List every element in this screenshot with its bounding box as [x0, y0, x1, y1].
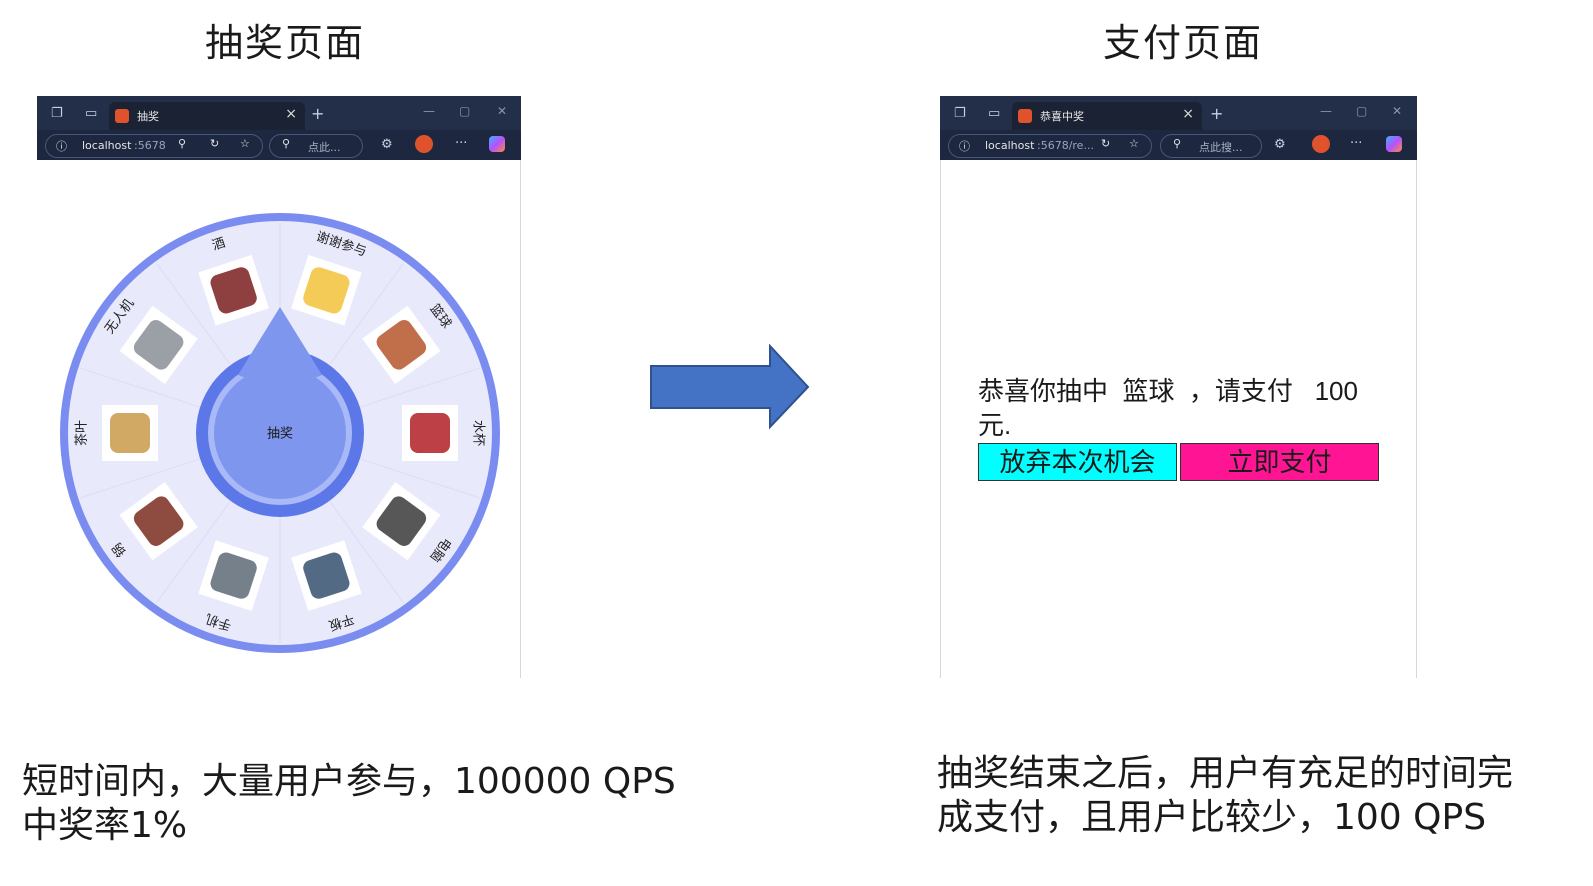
address-host: localhost — [985, 139, 1035, 152]
address-field[interactable]: ⓘ localhost :5678/re... ↻ ☆ — [948, 134, 1152, 158]
payment-caption-line2: 成支付，且用户比较少，100 QPS — [937, 797, 1487, 838]
address-port: :5678 — [134, 139, 166, 152]
lottery-wheel[interactable]: 酒谢谢参与篮球水杯电脑平板手机锅茶叶无人机抽奖 — [57, 210, 503, 656]
tab-actions-icon[interactable]: ▭ — [85, 106, 97, 121]
site-info-icon[interactable]: ⓘ — [56, 138, 67, 154]
payment-message-line2: 元. — [978, 410, 1012, 440]
workspaces-icon[interactable]: ❐ — [954, 106, 966, 121]
more-menu-icon[interactable]: ··· — [455, 136, 467, 151]
prize-image-content — [110, 413, 150, 453]
tab-favicon-icon — [1018, 109, 1032, 123]
refresh-icon[interactable]: ↻ — [210, 137, 219, 150]
prize-label: 水杯 — [471, 420, 486, 446]
title-bar: ❐ ▭ 恭喜中奖 × + — ▢ ✕ — [940, 96, 1417, 130]
maximize-icon[interactable]: ▢ — [459, 104, 470, 118]
tab-favicon-icon — [115, 109, 129, 123]
spin-button-label[interactable]: 抽奖 — [267, 427, 293, 442]
address-field[interactable]: ⓘ localhost :5678 ⚲ ↻ ☆ — [45, 134, 263, 158]
flow-arrow-shape — [650, 344, 810, 430]
payment-message: 恭喜你抽中 篮球 ，请支付 100 元. — [978, 374, 1398, 442]
extensions-icon[interactable]: ⚙ — [381, 137, 393, 152]
extension-badge-icon[interactable] — [415, 135, 433, 153]
payment-caption-line1: 抽奖结束之后，用户有充足的时间完 — [937, 753, 1514, 794]
page-edge-left — [940, 160, 941, 678]
favorite-star-icon[interactable]: ☆ — [1129, 137, 1139, 150]
prize-label: 茶叶 — [74, 420, 90, 446]
refresh-icon[interactable]: ↻ — [1101, 137, 1110, 150]
lottery-page-heading: 抽奖页面 — [205, 21, 366, 65]
tab-lottery[interactable]: 抽奖 × — [109, 102, 305, 130]
window-close-icon[interactable]: ✕ — [1392, 104, 1402, 118]
minimize-icon[interactable]: — — [1320, 104, 1332, 118]
give-up-button[interactable]: 放弃本次机会 — [978, 443, 1177, 481]
prize-image — [402, 405, 458, 461]
tab-congrats[interactable]: 恭喜中奖 × — [1012, 102, 1202, 130]
page-edge — [520, 160, 521, 678]
search-placeholder: 点此... — [308, 141, 341, 154]
prize-image-content — [410, 413, 450, 453]
window-close-icon[interactable]: ✕ — [497, 104, 507, 118]
search-placeholder: 点此搜... — [1199, 141, 1243, 154]
tab-actions-icon[interactable]: ▭ — [988, 106, 1000, 121]
new-tab-icon[interactable]: + — [311, 104, 324, 123]
close-tab-icon[interactable]: × — [1182, 106, 1194, 122]
payment-caption: 抽奖结束之后，用户有充足的时间完 成支付，且用户比较少，100 QPS — [937, 752, 1513, 840]
maximize-icon[interactable]: ▢ — [1356, 104, 1367, 118]
pay-now-button[interactable]: 立即支付 — [1180, 443, 1379, 481]
title-bar: ❐ ▭ 抽奖 × + — ▢ ✕ — [37, 96, 521, 130]
extension-badge-icon[interactable] — [1312, 135, 1330, 153]
zoom-icon[interactable]: ⚲ — [178, 137, 186, 150]
search-icon: ⚲ — [1173, 137, 1182, 150]
address-bar-row: ⓘ localhost :5678 ⚲ ↻ ☆ ⚲ 点此... ⚙ ··· — [37, 130, 521, 160]
favorite-star-icon[interactable]: ☆ — [240, 137, 250, 150]
minimize-icon[interactable]: — — [423, 104, 435, 118]
payment-page-heading: 支付页面 — [1103, 21, 1264, 65]
address-port: :5678/re... — [1037, 139, 1094, 152]
extensions-icon[interactable]: ⚙ — [1274, 137, 1286, 152]
search-box[interactable]: ⚲ 点此搜... — [1160, 134, 1262, 158]
new-tab-icon[interactable]: + — [1210, 104, 1223, 123]
close-tab-icon[interactable]: × — [285, 106, 297, 122]
copilot-icon[interactable] — [489, 136, 505, 152]
more-menu-icon[interactable]: ··· — [1350, 136, 1362, 151]
tab-title: 恭喜中奖 — [1040, 110, 1084, 123]
page-edge-right — [1416, 160, 1417, 678]
tab-title: 抽奖 — [137, 110, 159, 123]
payment-browser-window: ❐ ▭ 恭喜中奖 × + — ▢ ✕ ⓘ localhost :5678/re.… — [940, 96, 1417, 678]
search-box[interactable]: ⚲ 点此... — [269, 134, 363, 158]
flow-arrow — [650, 344, 810, 430]
search-icon: ⚲ — [282, 137, 291, 150]
site-info-icon[interactable]: ⓘ — [959, 138, 970, 154]
payment-message-line1: 恭喜你抽中 篮球 ，请支付 100 — [978, 376, 1358, 406]
address-host: localhost — [82, 139, 132, 152]
prize-image — [102, 405, 158, 461]
copilot-icon[interactable] — [1386, 136, 1402, 152]
workspaces-icon[interactable]: ❐ — [51, 106, 63, 121]
lottery-caption-line1: 短时间内，大量用户参与，100000 QPS — [22, 761, 676, 802]
lottery-caption-line2: 中奖率1% — [22, 805, 188, 846]
lottery-caption: 短时间内，大量用户参与，100000 QPS 中奖率1% — [22, 760, 676, 848]
address-bar-row: ⓘ localhost :5678/re... ↻ ☆ ⚲ 点此搜... ⚙ ·… — [940, 130, 1417, 160]
